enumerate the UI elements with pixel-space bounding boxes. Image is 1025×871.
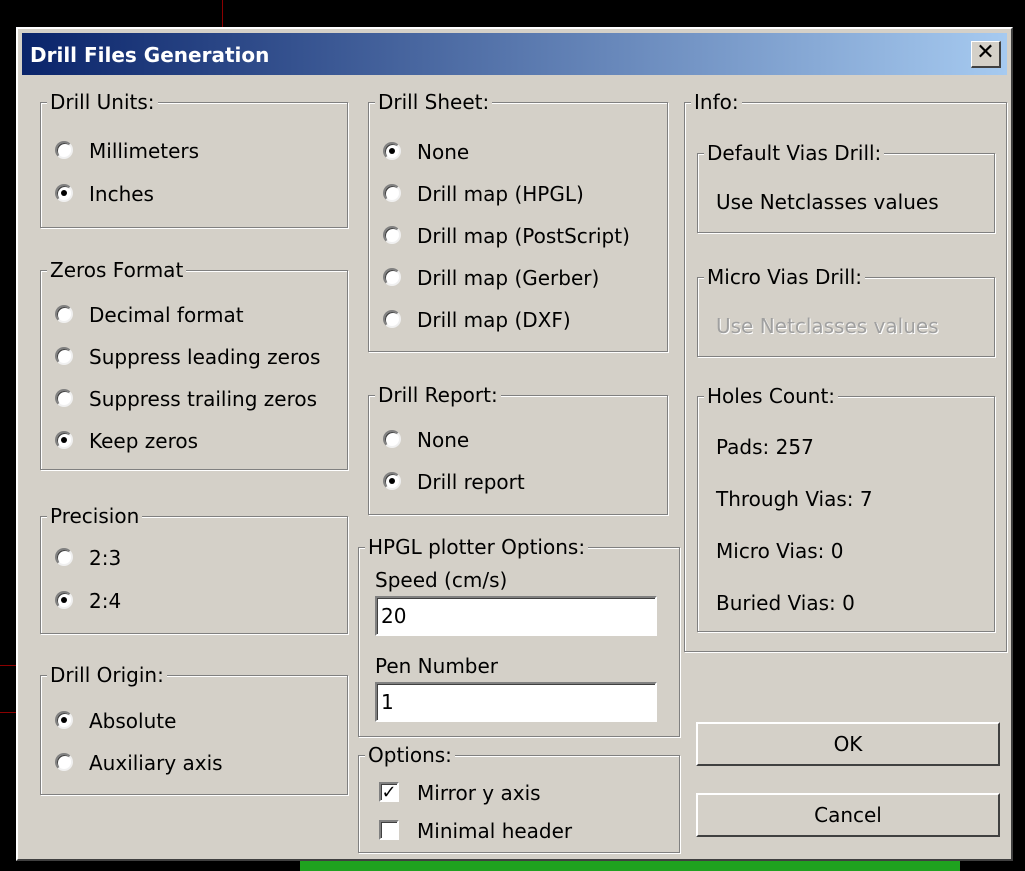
holes-count-legend: Holes Count: [704,384,839,408]
default-vias-drill-legend: Default Vias Drill: [704,141,885,165]
radio-circle [55,305,73,323]
radio-label: Suppress leading zeros [89,345,321,369]
precision-legend: Precision [47,504,143,528]
ok-button[interactable]: OK [696,722,1000,766]
radio-circle [383,184,401,202]
drill-report-group: Drill Report: None Drill report [368,383,668,515]
radio-circle [55,431,73,449]
hpgl-options-group: HPGL plotter Options: Speed (cm/s) Pen N… [358,535,680,737]
background-pcb-trace [300,861,960,871]
radio-circle [383,226,401,244]
holes-count-group: Holes Count: Pads: 257 Through Vias: 7 M… [697,384,995,632]
options-group: Options: ✓ Mirror y axis Minimal header [358,743,680,853]
background-line [222,0,223,27]
radio-circle [55,753,73,771]
micro-vias-drill-group: Micro Vias Drill: Use Netclasses values [697,265,995,357]
pen-number-label: Pen Number [375,654,499,678]
pads-count: Pads: 257 [716,435,814,459]
checkbox-label: Mirror y axis [417,781,541,805]
zeros-format-legend: Zeros Format [47,258,187,282]
drill-report-legend: Drill Report: [375,383,501,407]
radio-label: Absolute [89,709,177,733]
radio-circle [55,347,73,365]
background-line [0,712,16,713]
pen-number-input[interactable] [375,682,657,722]
radio-circle [55,548,73,566]
default-vias-drill-group: Default Vias Drill: Use Netclasses value… [697,141,995,233]
through-vias-count: Through Vias: 7 [716,487,873,511]
info-group: Info: Default Vias Drill: Use Netclasses… [684,90,1007,652]
radio-circle [55,184,73,202]
drill-origin-legend: Drill Origin: [47,663,167,687]
background-line [0,665,16,666]
radio-label: Inches [89,182,154,206]
radio-label: 2:4 [89,589,122,613]
radio-label: Drill map (DXF) [417,308,571,332]
close-button[interactable]: ✕ [971,41,1001,68]
radio-label: Drill map (Gerber) [417,266,600,290]
buried-vias-count: Buried Vias: 0 [716,591,855,615]
drill-units-legend: Drill Units: [47,90,158,114]
precision-group: Precision 2:3 2:4 [40,504,348,634]
drill-files-dialog: Drill Files Generation ✕ Drill Units: Mi… [16,27,1013,861]
radio-label: Suppress trailing zeros [89,387,318,411]
radio-label: Auxiliary axis [89,751,223,775]
options-legend: Options: [365,743,455,767]
title-bar: Drill Files Generation ✕ [22,33,1007,75]
radio-label: Drill report [417,470,525,494]
radio-circle [383,310,401,328]
speed-input[interactable] [375,596,657,636]
radio-circle [55,389,73,407]
default-vias-drill-value: Use Netclasses values [716,190,939,214]
close-icon: ✕ [976,40,995,65]
speed-label: Speed (cm/s) [375,568,508,592]
info-legend: Info: [691,90,742,114]
radio-label: None [417,428,470,452]
radio-label: Drill map (HPGL) [417,182,584,206]
checkbox-box [379,820,399,840]
hpgl-options-legend: HPGL plotter Options: [365,535,589,559]
radio-circle [55,591,73,609]
drill-units-group: Drill Units: Millimeters Inches [40,90,348,228]
drill-sheet-group: Drill Sheet: None Drill map (HPGL) Drill… [368,90,668,352]
radio-circle [55,711,73,729]
checkbox-label: Minimal header [417,819,573,843]
radio-circle [55,141,73,159]
radio-label: None [417,140,470,164]
micro-vias-drill-legend: Micro Vias Drill: [704,265,866,289]
drill-sheet-legend: Drill Sheet: [375,90,493,114]
radio-circle [383,268,401,286]
window-title: Drill Files Generation [30,43,270,67]
radio-label: 2:3 [89,546,122,570]
checkbox-box: ✓ [379,782,399,802]
radio-label: Keep zeros [89,429,199,453]
micro-vias-drill-value: Use Netclasses values [716,314,939,338]
micro-vias-count: Micro Vias: 0 [716,539,844,563]
zeros-format-group: Zeros Format Decimal format Suppress lea… [40,258,348,470]
radio-circle [383,472,401,490]
radio-circle [383,430,401,448]
radio-circle [383,142,401,160]
radio-label: Decimal format [89,303,244,327]
cancel-button[interactable]: Cancel [696,793,1000,837]
radio-label: Millimeters [89,139,200,163]
drill-origin-group: Drill Origin: Absolute Auxiliary axis [40,663,348,795]
radio-label: Drill map (PostScript) [417,224,630,248]
